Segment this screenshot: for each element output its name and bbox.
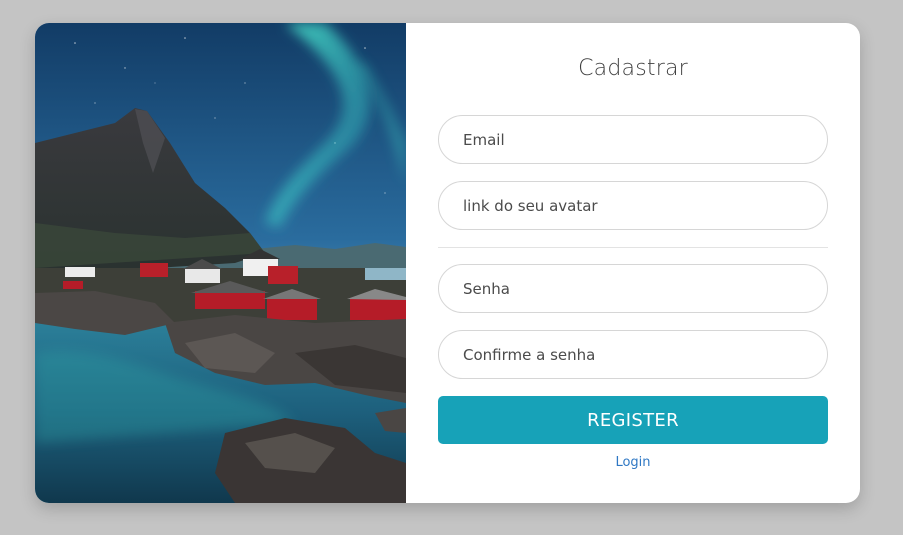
aurora-landscape-illustration [35,23,406,503]
aurora-landscape-image [35,23,406,503]
page-title: Cadastrar [578,56,688,81]
register-card: Cadastrar REGISTER Login [35,23,860,503]
email-input[interactable] [438,115,828,164]
login-link[interactable]: Login [406,455,860,470]
register-form-panel: Cadastrar REGISTER Login [406,23,860,503]
password-input[interactable] [438,264,828,313]
confirm-password-input[interactable] [438,330,828,379]
avatar-link-input[interactable] [438,181,828,230]
register-button[interactable]: REGISTER [438,396,828,444]
form-divider [438,247,828,248]
